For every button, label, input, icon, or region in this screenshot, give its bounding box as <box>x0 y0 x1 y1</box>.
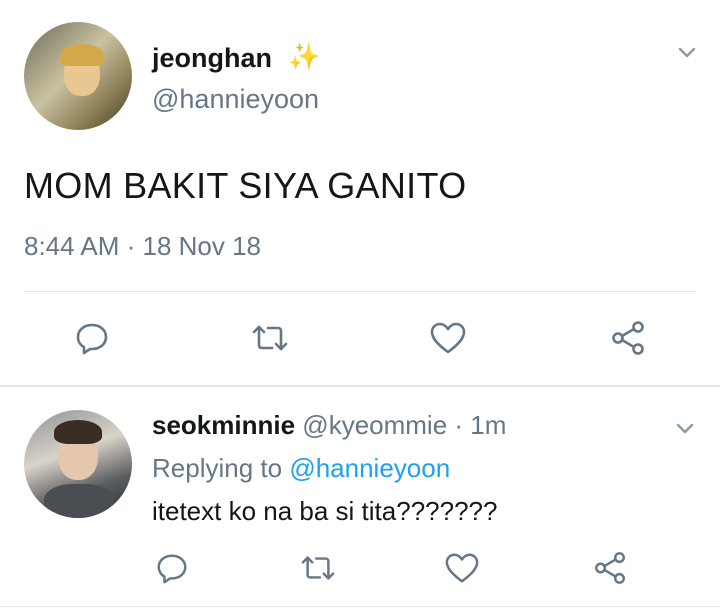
retweet-icon <box>252 325 288 351</box>
reply-time[interactable]: 1m <box>470 410 506 440</box>
like-button[interactable] <box>428 318 468 358</box>
retweet-icon <box>301 556 335 580</box>
mention-link[interactable]: @hannieyoon <box>289 453 450 483</box>
main-tweet: jeonghan ✨ @hannieyoon MOM BAKIT SIYA GA… <box>0 0 720 385</box>
separator-dot: · <box>447 410 471 440</box>
replying-to: Replying to @hannieyoon <box>152 453 450 484</box>
reply-header: seokminnie @kyeommie · 1m <box>152 410 506 441</box>
replying-prefix: Replying to <box>152 453 290 483</box>
reply-icon <box>76 323 108 355</box>
reply-avatar[interactable] <box>24 410 132 518</box>
reply-like-button[interactable] <box>442 548 482 588</box>
display-name[interactable]: jeonghan <box>152 43 272 74</box>
reply-reply-button[interactable] <box>152 548 192 588</box>
reply-icon <box>157 554 187 584</box>
share-icon <box>612 321 644 355</box>
retweet-button[interactable] <box>250 318 290 358</box>
tweet-text: MOM BAKIT SIYA GANITO <box>24 165 467 206</box>
bottom-divider <box>0 606 720 607</box>
share-icon <box>595 552 625 584</box>
chevron-down-icon[interactable] <box>676 42 698 64</box>
sparkles-emoji: ✨ <box>288 41 321 71</box>
share-button[interactable] <box>608 318 648 358</box>
reply-display-name[interactable]: seokminnie <box>152 410 295 440</box>
handle[interactable]: @hannieyoon <box>152 84 319 115</box>
divider <box>24 291 696 292</box>
reply-text: itetext ko na ba si tita??????? <box>152 496 498 526</box>
like-icon <box>430 322 466 354</box>
reply-handle[interactable]: @kyeommie <box>302 410 447 440</box>
reply-share-button[interactable] <box>590 548 630 588</box>
avatar[interactable] <box>24 22 132 130</box>
like-icon <box>445 553 479 583</box>
tweet-timestamp[interactable]: 8:44 AM · 18 Nov 18 <box>24 231 261 262</box>
reply-retweet-button[interactable] <box>298 548 338 588</box>
chevron-down-icon[interactable] <box>674 418 696 440</box>
reply-button[interactable] <box>72 318 112 358</box>
section-divider <box>0 385 720 387</box>
